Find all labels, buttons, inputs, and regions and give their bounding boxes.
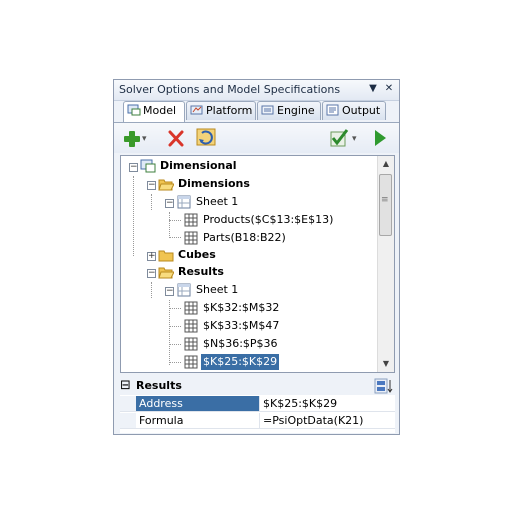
tab-model-label: Model bbox=[143, 104, 177, 117]
tree-node-dimensions[interactable]: Dimensions bbox=[176, 176, 252, 192]
tree-node-label: Results bbox=[178, 265, 224, 278]
property-row-gutter bbox=[120, 396, 136, 412]
property-section-header[interactable]: ⊟ Results bbox=[120, 377, 395, 395]
property-row-gutter bbox=[120, 413, 136, 429]
folder-open-icon bbox=[158, 179, 174, 191]
tree-node-label: Parts(B18:B22) bbox=[203, 231, 286, 244]
scroll-down-button[interactable]: ▼ bbox=[378, 356, 394, 372]
range-icon bbox=[184, 231, 198, 245]
tab-output-label: Output bbox=[342, 104, 381, 117]
tree-node-result-range-4[interactable]: $K$25:$K$29 bbox=[201, 354, 280, 370]
tree-node-results[interactable]: Results bbox=[176, 264, 226, 280]
property-value-address[interactable]: $K$25:$K$29 bbox=[259, 396, 395, 412]
range-icon bbox=[184, 319, 198, 333]
tree-node-dimensional[interactable]: Dimensional bbox=[158, 158, 239, 174]
tree-expander-dimensional[interactable]: − bbox=[129, 163, 138, 172]
tree-connector bbox=[169, 300, 170, 365]
tree-connector bbox=[133, 176, 134, 256]
scroll-grip-icon: ≡ bbox=[381, 195, 389, 205]
tree-connector bbox=[151, 194, 152, 210]
tree-node-label-selected: $K$25:$K$29 bbox=[201, 354, 280, 370]
tree-expander-dim-sheet[interactable]: − bbox=[165, 199, 174, 208]
play-icon[interactable] bbox=[373, 127, 387, 149]
tree-expander-dimensions[interactable]: − bbox=[147, 181, 156, 190]
model-root-icon bbox=[140, 159, 156, 173]
sort-alphabetical-icon[interactable] bbox=[374, 378, 394, 394]
folder-open-icon bbox=[158, 267, 174, 279]
tab-output[interactable]: Output bbox=[322, 101, 386, 120]
tab-engine-label: Engine bbox=[277, 104, 315, 117]
tree-node-label: Sheet 1 bbox=[196, 283, 239, 296]
folder-icon bbox=[158, 250, 174, 262]
tree-node-res-sheet[interactable]: Sheet 1 bbox=[194, 282, 240, 298]
engine-icon bbox=[261, 105, 274, 115]
tab-platform-label: Platform bbox=[206, 104, 253, 117]
tree-node-label: Dimensional bbox=[160, 159, 237, 172]
collapse-icon[interactable]: ⊟ bbox=[120, 377, 131, 394]
tree-node-result-range-1[interactable]: $K$32:$M$32 bbox=[201, 300, 281, 316]
range-icon bbox=[184, 337, 198, 351]
tab-model[interactable]: Model bbox=[123, 101, 185, 122]
tree-connector bbox=[169, 326, 181, 327]
panel-titlebar: Solver Options and Model Specifications … bbox=[114, 80, 399, 101]
tab-strip: Model Platform Engine Output bbox=[114, 101, 399, 122]
tree-connector bbox=[169, 344, 181, 345]
model-tree[interactable]: − Dimensional − Dimensions − Sheet 1 Pro… bbox=[120, 155, 395, 373]
tree-node-label: $N$36:$P$36 bbox=[203, 337, 278, 350]
tree-expander-res-sheet[interactable]: − bbox=[165, 287, 174, 296]
tree-node-label: Sheet 1 bbox=[196, 195, 239, 208]
property-value-formula[interactable]: =PsiOptData(K21) bbox=[259, 413, 395, 429]
tree-node-label: $K$33:$M$47 bbox=[203, 319, 280, 332]
tree-expander-results[interactable]: − bbox=[147, 269, 156, 278]
solver-options-panel: Solver Options and Model Specifications … bbox=[113, 79, 400, 435]
tree-connector bbox=[169, 212, 170, 238]
check-dropdown-button[interactable]: ▾ bbox=[352, 127, 360, 149]
panel-close-button[interactable]: ✕ bbox=[382, 82, 396, 96]
property-grid: ⊟ Results Address $K$25:$K$29 Formula =P… bbox=[120, 377, 395, 433]
tree-scrollbar[interactable]: ▲ ≡ ▼ bbox=[377, 156, 394, 372]
property-name-address[interactable]: Address bbox=[136, 396, 259, 412]
tree-expander-cubes[interactable]: + bbox=[147, 252, 156, 261]
output-icon bbox=[326, 104, 339, 116]
tree-connector bbox=[169, 308, 181, 309]
model-toolbar: ▾ ▾ bbox=[114, 122, 399, 153]
sheet-icon bbox=[177, 283, 191, 297]
platform-icon bbox=[190, 105, 203, 115]
tree-node-products[interactable]: Products($C$13:$E$13) bbox=[201, 212, 335, 228]
range-icon bbox=[184, 213, 198, 227]
tree-node-cubes[interactable]: Cubes bbox=[176, 247, 218, 263]
range-icon bbox=[184, 355, 198, 369]
tree-connector bbox=[151, 282, 152, 298]
property-name-formula[interactable]: Formula bbox=[136, 413, 259, 429]
tree-node-result-range-2[interactable]: $K$33:$M$47 bbox=[201, 318, 281, 334]
tree-node-parts[interactable]: Parts(B18:B22) bbox=[201, 230, 288, 246]
sheet-icon bbox=[177, 195, 191, 209]
range-icon bbox=[184, 301, 198, 315]
tree-connector bbox=[169, 220, 181, 221]
tab-platform[interactable]: Platform bbox=[186, 101, 256, 120]
tree-node-label: Dimensions bbox=[178, 177, 250, 190]
add-dropdown-button[interactable]: ▾ bbox=[142, 127, 150, 149]
tree-connector bbox=[169, 237, 181, 238]
panel-title: Solver Options and Model Specifications bbox=[119, 83, 341, 96]
x-icon[interactable] bbox=[167, 127, 185, 149]
property-section-title: Results bbox=[136, 379, 182, 392]
plus-icon[interactable] bbox=[123, 127, 141, 149]
tree-node-label: Products($C$13:$E$13) bbox=[203, 213, 334, 226]
tab-engine[interactable]: Engine bbox=[257, 101, 321, 120]
scroll-thumb[interactable]: ≡ bbox=[379, 174, 392, 236]
panel-menu-button[interactable]: ▼ bbox=[366, 82, 380, 96]
model-icon bbox=[127, 104, 141, 116]
tree-node-label: Cubes bbox=[178, 248, 216, 261]
tree-node-label: $K$32:$M$32 bbox=[203, 301, 280, 314]
check-icon[interactable] bbox=[328, 127, 350, 149]
tree-node-result-range-3[interactable]: $N$36:$P$36 bbox=[201, 336, 280, 352]
tree-node-dim-sheet[interactable]: Sheet 1 bbox=[194, 194, 240, 210]
refresh-icon[interactable] bbox=[194, 127, 220, 149]
tree-connector bbox=[169, 362, 181, 363]
scroll-up-button[interactable]: ▲ bbox=[378, 156, 394, 172]
